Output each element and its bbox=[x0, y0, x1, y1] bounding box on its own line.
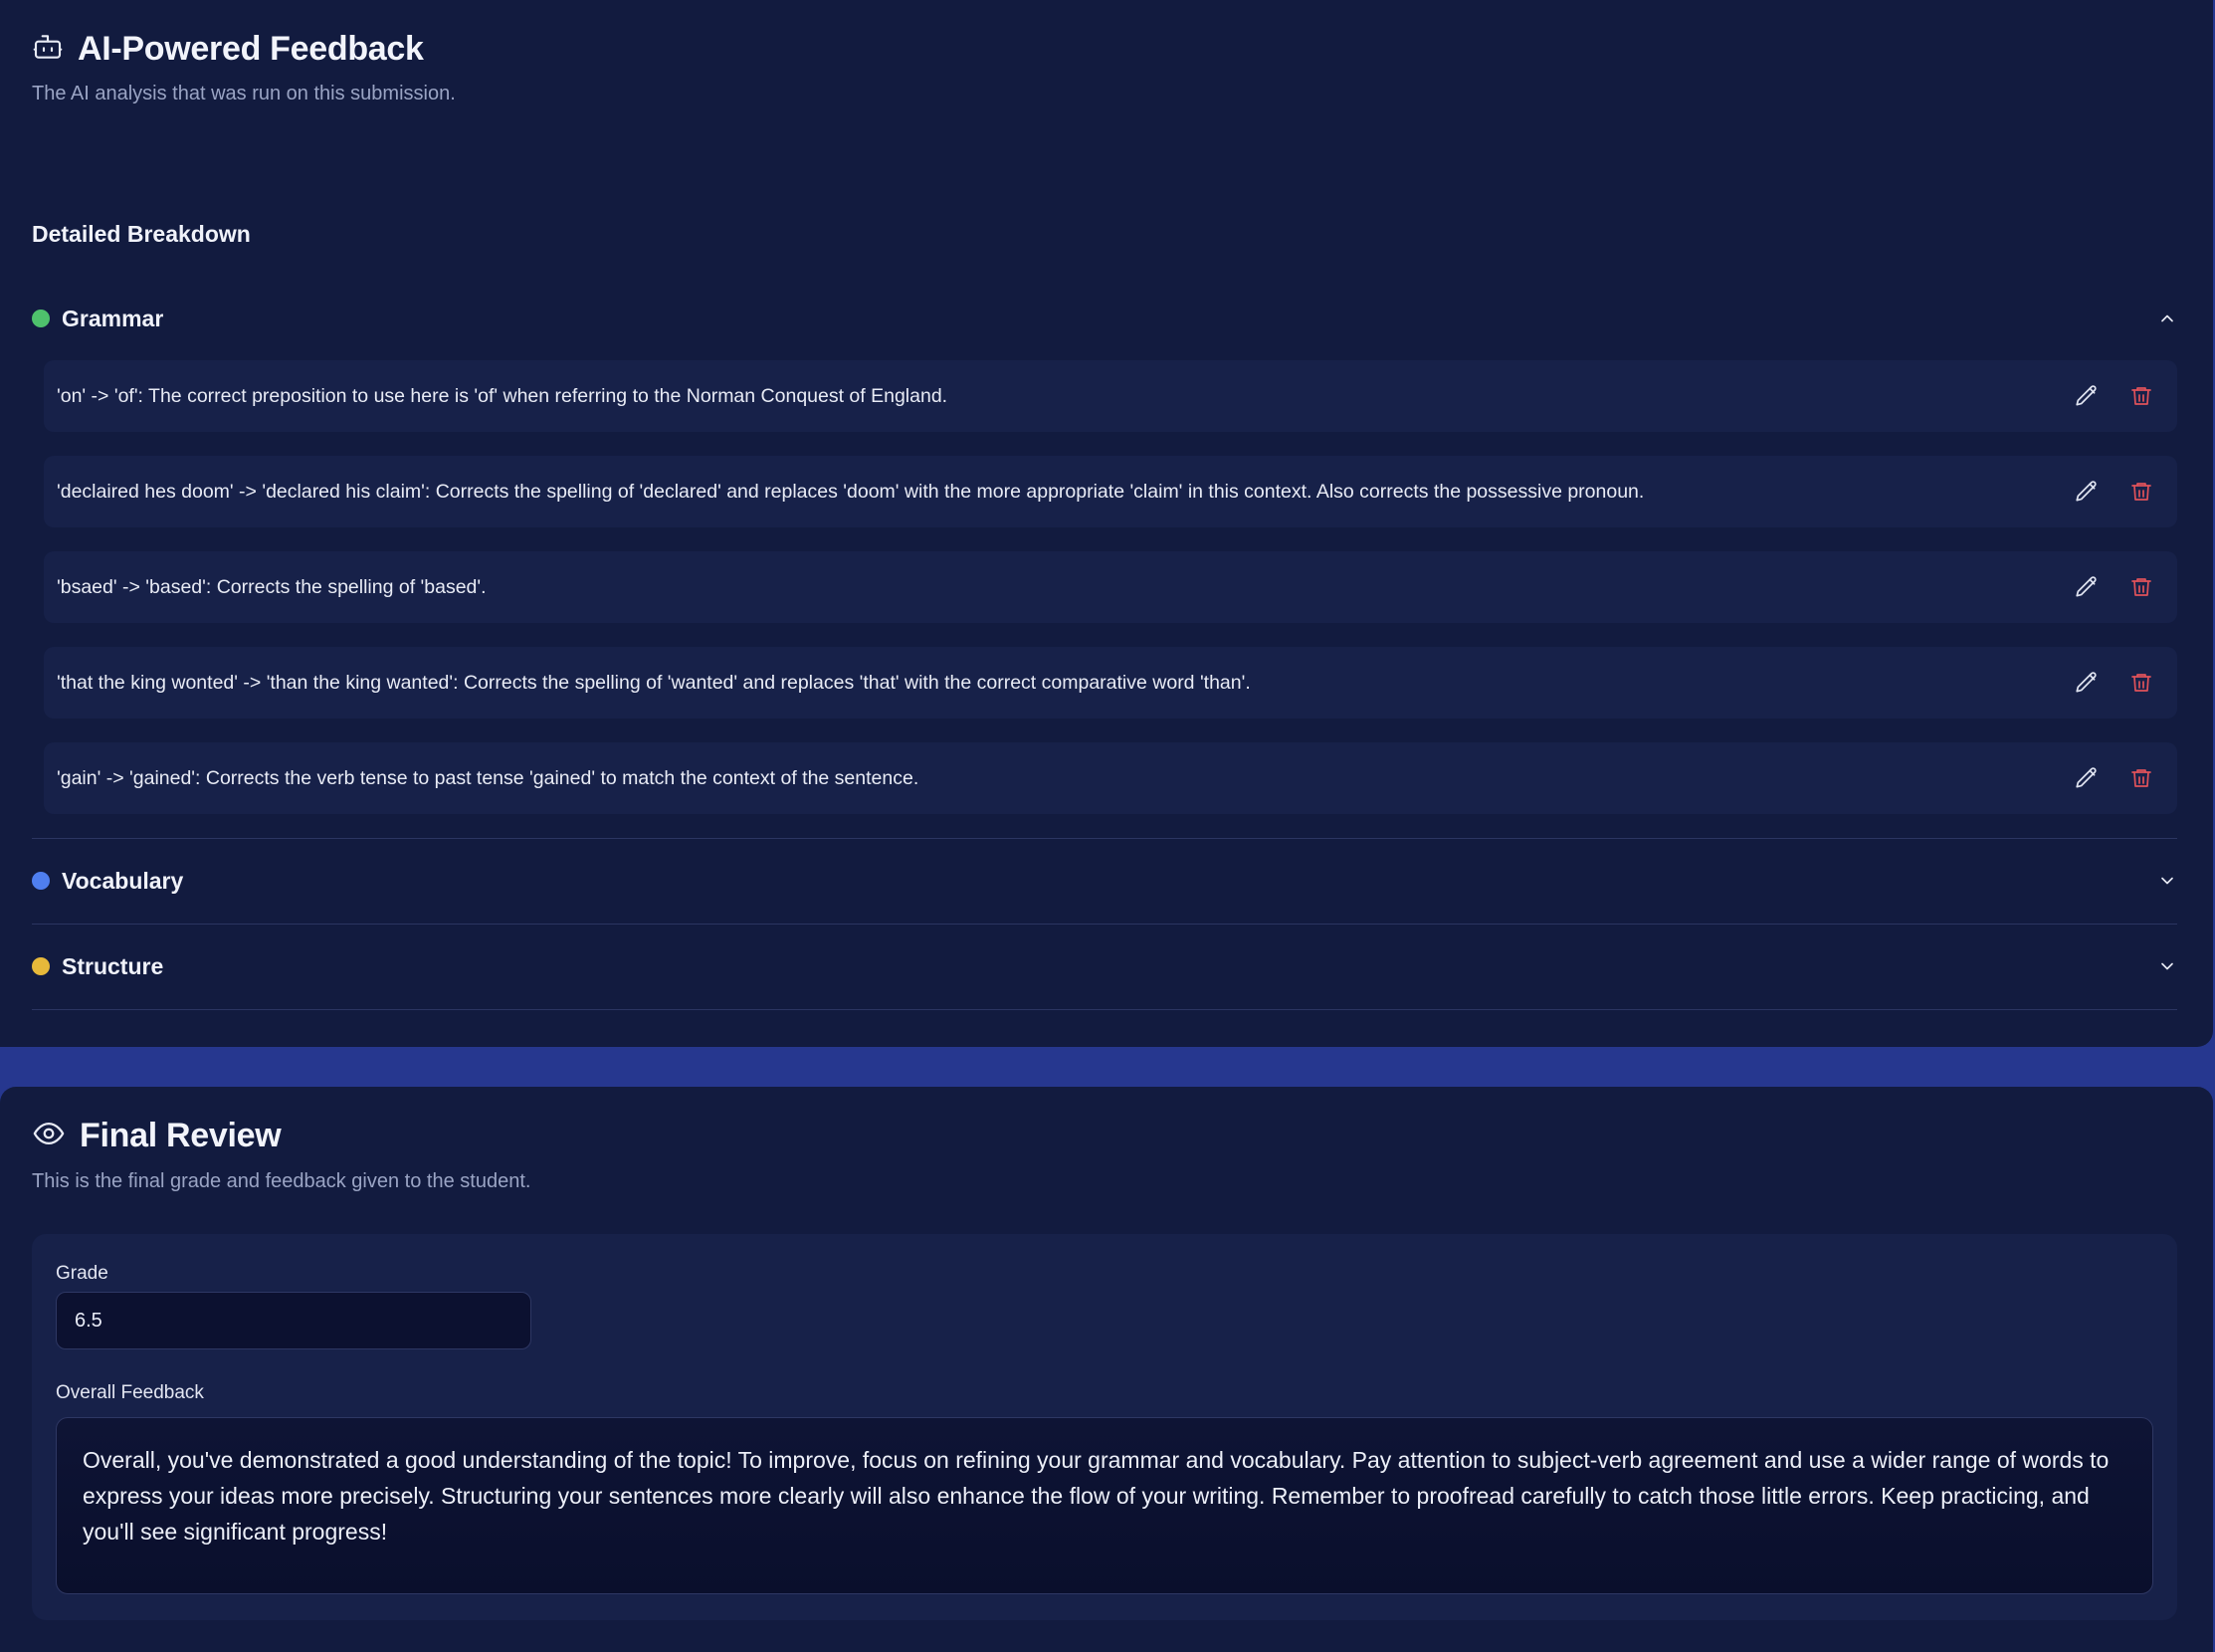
feedback-item-text: 'bsaed' -> 'based': Corrects the spellin… bbox=[57, 575, 487, 598]
grade-input[interactable] bbox=[56, 1292, 531, 1349]
feedback-item-text: 'declaired hes doom' -> 'declared his cl… bbox=[57, 480, 1645, 503]
pencil-icon[interactable] bbox=[2073, 669, 2101, 697]
overall-feedback-label: Overall Feedback bbox=[56, 1382, 204, 1403]
chevron-up-icon[interactable] bbox=[2157, 309, 2177, 328]
category-grammar-label: Grammar bbox=[62, 305, 164, 331]
feedback-item: 'declaired hes doom' -> 'declared his cl… bbox=[44, 456, 2177, 527]
category-structure-label: Structure bbox=[62, 952, 164, 979]
trash-icon[interactable] bbox=[2127, 573, 2155, 601]
category-grammar-toggle[interactable]: Grammar bbox=[32, 297, 2177, 340]
grammar-dot bbox=[32, 310, 50, 327]
category-grammar: Grammar bbox=[32, 297, 2177, 340]
category-structure: Structure bbox=[32, 944, 2177, 988]
category-vocabulary-label: Vocabulary bbox=[62, 867, 184, 894]
trash-icon[interactable] bbox=[2127, 478, 2155, 506]
trash-icon[interactable] bbox=[2127, 382, 2155, 410]
feedback-item-text: 'on' -> 'of': The correct preposition to… bbox=[57, 384, 948, 407]
category-divider bbox=[32, 1009, 2177, 1010]
chevron-down-icon[interactable] bbox=[2157, 871, 2177, 891]
pencil-icon[interactable] bbox=[2073, 382, 2101, 410]
category-divider bbox=[32, 838, 2177, 839]
feedback-item: 'on' -> 'of': The correct preposition to… bbox=[44, 360, 2177, 432]
ai-feedback-header: AI-Powered Feedback bbox=[32, 30, 424, 69]
feedback-item: 'that the king wonted' -> 'than the king… bbox=[44, 647, 2177, 719]
ai-feedback-subtitle: The AI analysis that was run on this sub… bbox=[32, 83, 456, 104]
final-review-header: Final Review bbox=[32, 1117, 282, 1155]
category-structure-toggle[interactable]: Structure bbox=[32, 944, 2177, 988]
trash-icon[interactable] bbox=[2127, 764, 2155, 792]
feedback-item: 'bsaed' -> 'based': Corrects the spellin… bbox=[44, 551, 2177, 623]
chevron-down-icon[interactable] bbox=[2157, 956, 2177, 976]
pencil-icon[interactable] bbox=[2073, 764, 2101, 792]
ai-feedback-title: AI-Powered Feedback bbox=[78, 30, 424, 68]
overall-feedback-textarea[interactable]: Overall, you've demonstrated a good unde… bbox=[56, 1417, 2153, 1594]
category-vocabulary: Vocabulary bbox=[32, 859, 2177, 903]
vocabulary-dot bbox=[32, 872, 50, 890]
eye-icon bbox=[32, 1117, 66, 1155]
pencil-icon[interactable] bbox=[2073, 478, 2101, 506]
final-review-subtitle: This is the final grade and feedback giv… bbox=[32, 1170, 531, 1192]
category-divider bbox=[32, 924, 2177, 925]
detailed-breakdown-heading: Detailed Breakdown bbox=[32, 221, 251, 247]
category-vocabulary-toggle[interactable]: Vocabulary bbox=[32, 859, 2177, 903]
grade-label: Grade bbox=[56, 1263, 108, 1284]
feedback-item-text: 'gain' -> 'gained': Corrects the verb te… bbox=[57, 766, 919, 789]
trash-icon[interactable] bbox=[2127, 669, 2155, 697]
robot-icon bbox=[32, 31, 64, 68]
pencil-icon[interactable] bbox=[2073, 573, 2101, 601]
final-review-title: Final Review bbox=[80, 1117, 282, 1154]
structure-dot bbox=[32, 957, 50, 975]
feedback-item: 'gain' -> 'gained': Corrects the verb te… bbox=[44, 742, 2177, 814]
feedback-item-text: 'that the king wonted' -> 'than the king… bbox=[57, 671, 1251, 694]
final-review-form: Grade Overall Feedback Overall, you've d… bbox=[32, 1234, 2177, 1620]
